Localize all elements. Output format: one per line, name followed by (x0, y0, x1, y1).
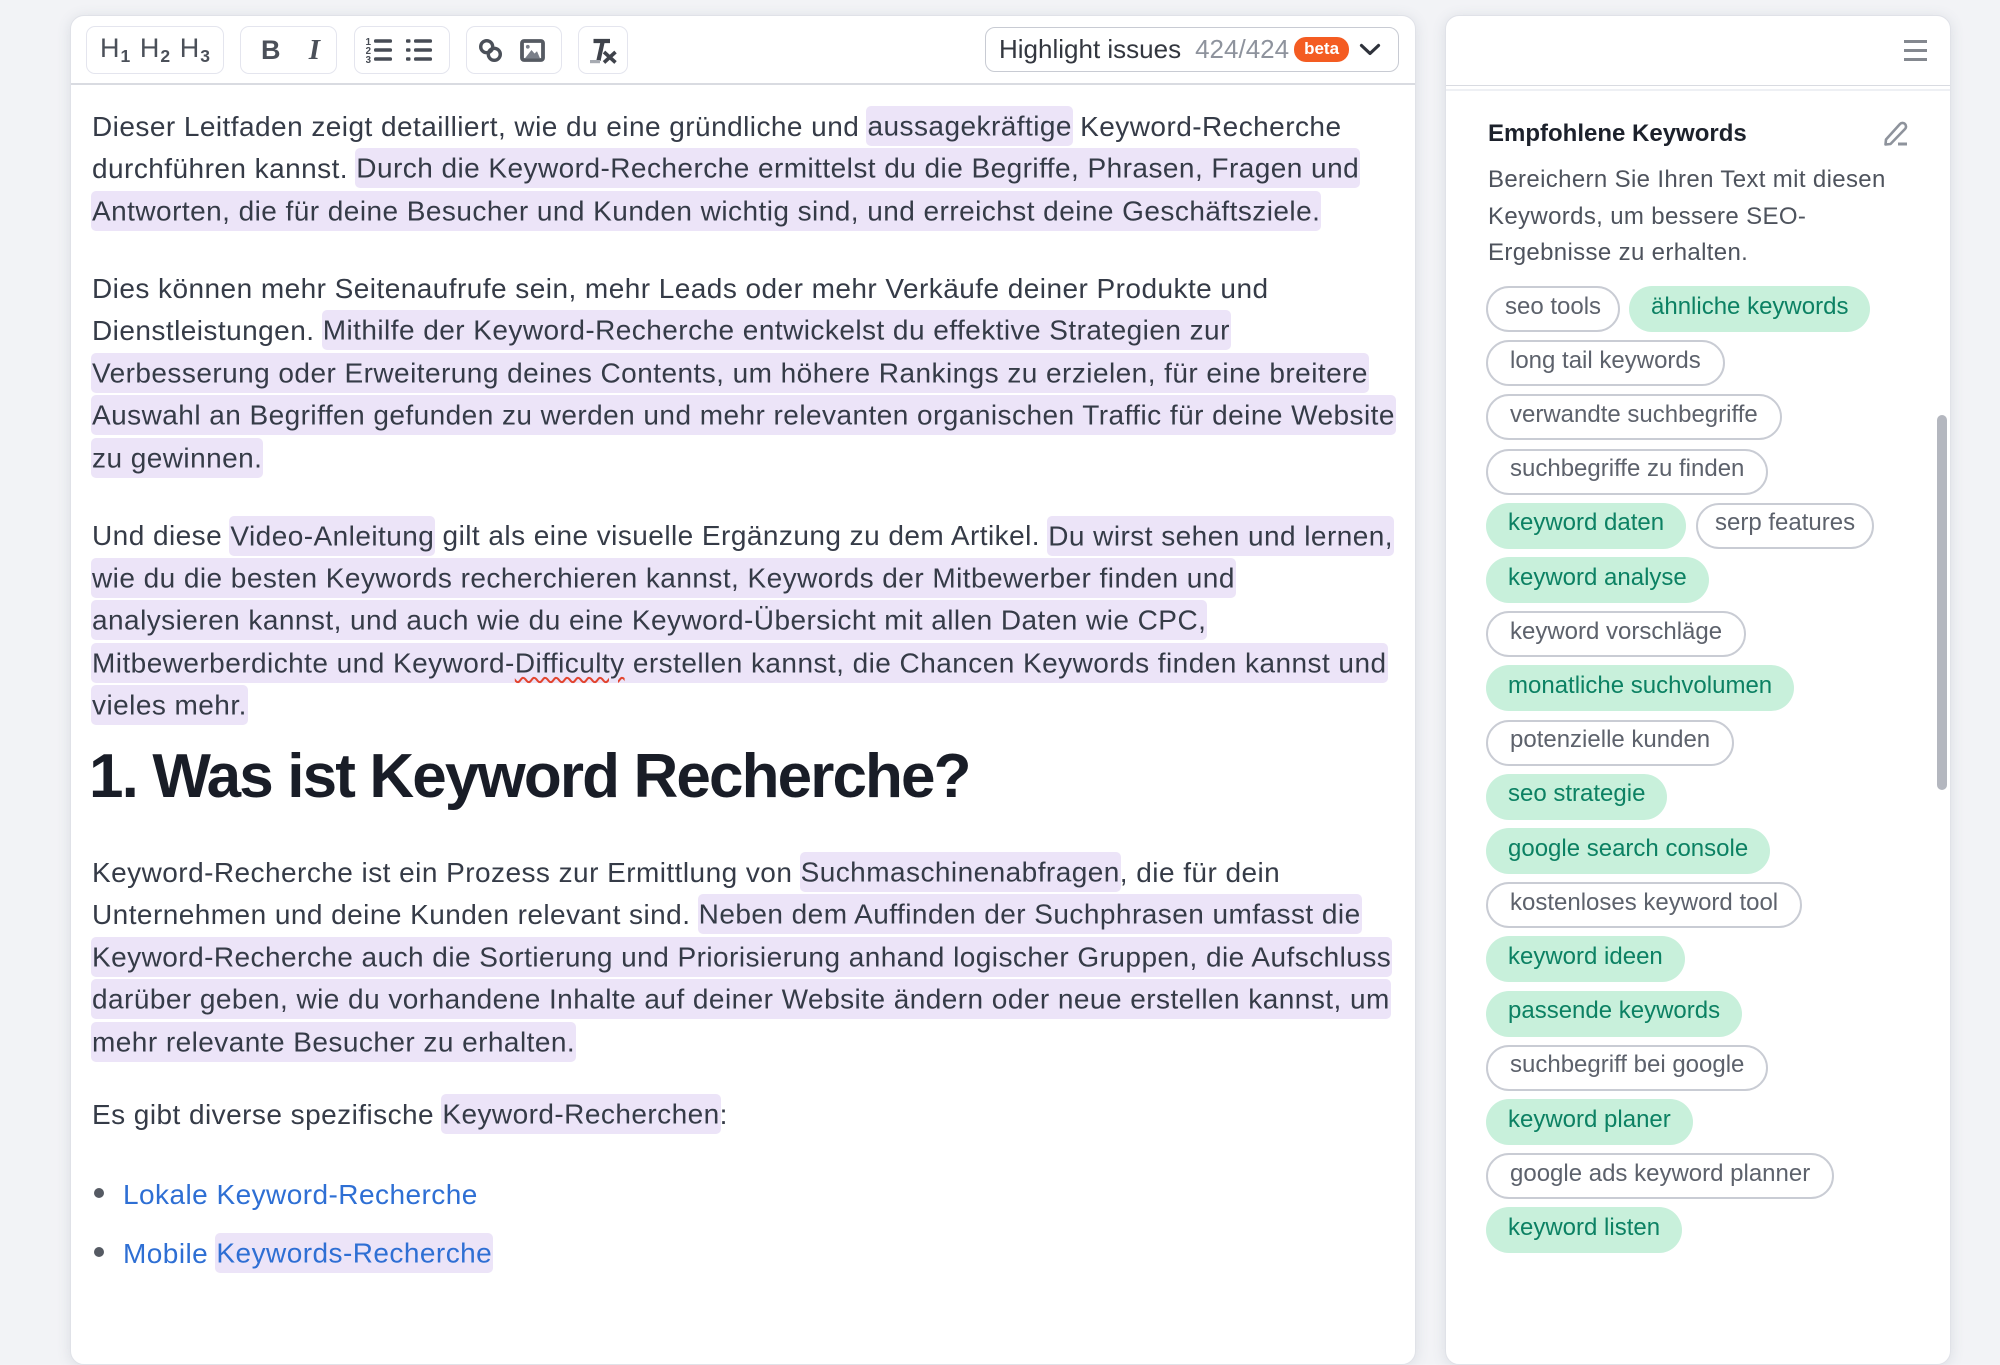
svg-text:3: 3 (366, 55, 372, 63)
